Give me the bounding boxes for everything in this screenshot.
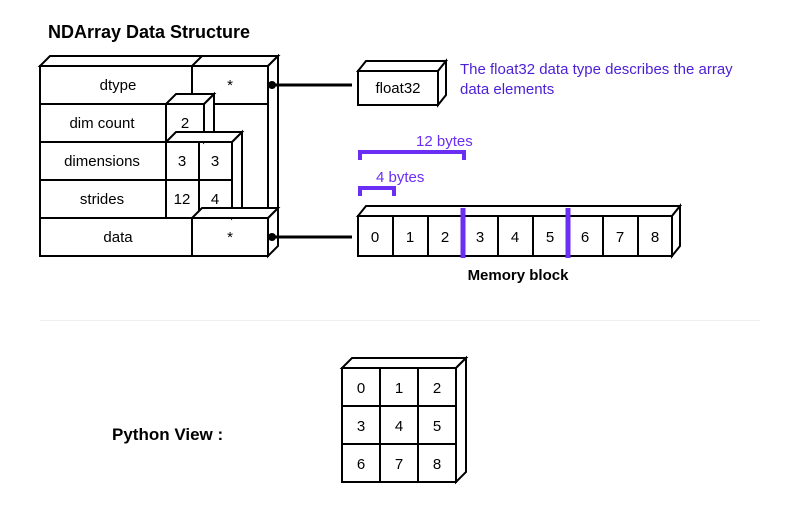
divider bbox=[40, 320, 760, 321]
mem-1: 1 bbox=[406, 229, 414, 246]
row-val-dim1: 3 bbox=[211, 153, 219, 170]
pv-11: 4 bbox=[395, 418, 403, 435]
diagram-title: NDArray Data Structure bbox=[48, 22, 250, 43]
pv-21: 7 bbox=[395, 456, 403, 473]
mem-3: 3 bbox=[476, 229, 484, 246]
mem-7: 7 bbox=[616, 229, 624, 246]
dtype-desc: The float32 data type describes the arra… bbox=[460, 60, 740, 101]
python-view-grid: 0 1 2 3 4 5 6 7 8 bbox=[332, 350, 492, 510]
row-val-dim0: 3 bbox=[178, 153, 186, 170]
bracket-12-label: 12 bytes bbox=[416, 133, 473, 150]
dtype-box: float32 bbox=[352, 55, 452, 111]
memory-block: 12 bytes 4 bytes 0 1 2 3 4 5 6 7 8 Memor… bbox=[348, 130, 708, 290]
row-val-data: * bbox=[227, 229, 233, 246]
data-pointer-line bbox=[270, 210, 360, 270]
pv-02: 2 bbox=[433, 380, 441, 397]
row-label-dtype: dtype bbox=[100, 77, 137, 94]
row-label-strides: strides bbox=[80, 191, 124, 208]
row-val-dimcount: 2 bbox=[181, 115, 189, 132]
pv-01: 1 bbox=[395, 380, 403, 397]
row-val-stride0: 12 bbox=[174, 191, 191, 208]
dtype-box-label: float32 bbox=[375, 80, 420, 97]
bracket-4-label: 4 bytes bbox=[376, 169, 424, 186]
mem-0: 0 bbox=[371, 229, 379, 246]
pv-22: 8 bbox=[433, 456, 441, 473]
dtype-pointer-line bbox=[270, 70, 360, 110]
memory-block-label: Memory block bbox=[468, 267, 570, 284]
mem-2: 2 bbox=[441, 229, 449, 246]
mem-5: 5 bbox=[546, 229, 554, 246]
pv-00: 0 bbox=[357, 380, 365, 397]
python-view-label: Python View : bbox=[112, 425, 223, 445]
mem-6: 6 bbox=[581, 229, 589, 246]
mem-4: 4 bbox=[511, 229, 519, 246]
row-label-dimcount: dim count bbox=[69, 115, 135, 132]
row-val-dtype: * bbox=[227, 77, 233, 94]
pv-10: 3 bbox=[357, 418, 365, 435]
row-label-dimensions: dimensions bbox=[64, 153, 140, 170]
ndarray-struct: dtype * dim count 2 dimensions 3 3 strid… bbox=[30, 48, 290, 273]
pv-12: 5 bbox=[433, 418, 441, 435]
row-val-stride1: 4 bbox=[211, 191, 219, 208]
pv-20: 6 bbox=[357, 456, 365, 473]
row-label-data: data bbox=[103, 229, 133, 246]
mem-8: 8 bbox=[651, 229, 659, 246]
